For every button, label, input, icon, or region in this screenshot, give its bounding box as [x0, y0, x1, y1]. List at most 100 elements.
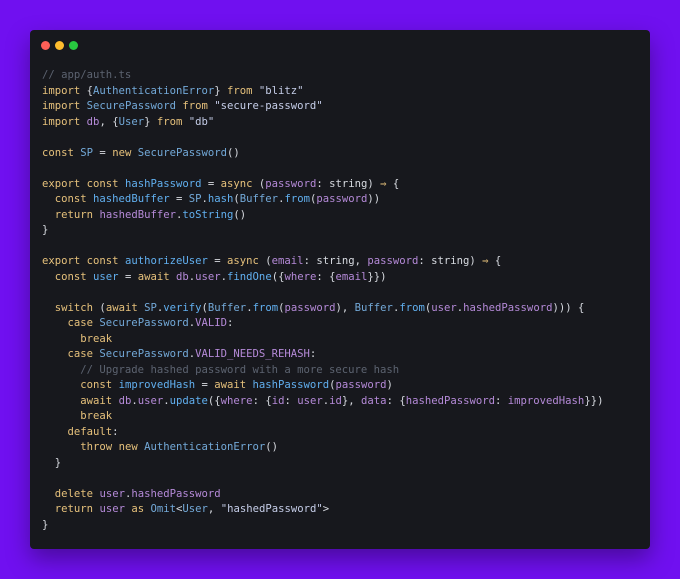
code-line: const user = await db.user.findOne({wher…: [42, 270, 603, 286]
minimize-dot-icon[interactable]: [55, 41, 64, 50]
code-token: hashedBuffer: [93, 193, 170, 205]
code-token: verify: [163, 301, 202, 314]
code-token: password: [367, 255, 419, 267]
code-token: (): [265, 441, 279, 453]
code-block: // app/auth.ts import { AuthenticationErro…: [42, 68, 603, 533]
code-token: : {: [316, 270, 336, 283]
code-token: (: [252, 177, 266, 190]
code-token: , {: [99, 115, 119, 128]
window-titlebar: [30, 30, 650, 60]
code-token: user: [137, 394, 164, 407]
code-token: const: [86, 177, 119, 190]
code-token: as: [131, 503, 145, 515]
code-token: await: [137, 270, 170, 283]
code-token: ))) {: [552, 301, 585, 314]
code-token: hashedBuffer: [99, 208, 176, 221]
code-token: hashedPassword: [405, 394, 495, 407]
code-window: // app/auth.ts import { AuthenticationErro…: [30, 30, 650, 549]
code-token: AuthenticationError: [93, 84, 215, 97]
code-token: :: [495, 394, 508, 407]
code-token: SP: [188, 193, 202, 205]
code-token: :: [112, 425, 119, 438]
code-token: Buffer: [354, 301, 393, 314]
code-line: export const hashPassword = async (passw…: [42, 177, 603, 193]
code-line: // app/auth.ts: [42, 68, 603, 84]
close-dot-icon[interactable]: [41, 41, 50, 50]
code-token: (: [93, 301, 106, 314]
code-token: authorizeUser: [124, 255, 208, 267]
code-token: db: [86, 115, 100, 128]
code-token: const: [42, 146, 74, 159]
code-token: break: [80, 332, 113, 345]
code-token: }}): [584, 394, 604, 407]
code-token: }: [214, 84, 227, 97]
code-token: const: [54, 270, 87, 283]
code-token: user: [99, 487, 125, 500]
code-token: import: [42, 100, 81, 112]
zoom-dot-icon[interactable]: [69, 41, 78, 50]
code-token: user: [93, 270, 119, 283]
code-line: import db, {User} from "db": [42, 115, 603, 131]
code-token: : string): [418, 255, 483, 267]
code-token: SecurePassword: [99, 317, 189, 329]
code-token: db: [175, 270, 189, 283]
code-line: const improvedHash = await hashPassword(…: [42, 378, 603, 394]
code-token: }: [144, 115, 157, 128]
code-token: case: [67, 317, 94, 329]
code-token: from: [182, 100, 208, 112]
code-token: from: [399, 301, 425, 314]
code-token: user: [99, 503, 125, 515]
code-token: )): [367, 193, 381, 205]
code-token: Buffer: [239, 193, 279, 205]
code-token: // Upgrade hashed password with a more s…: [80, 363, 400, 376]
code-token: async: [227, 255, 259, 267]
code-token: {: [386, 177, 400, 190]
code-token: User: [118, 115, 145, 128]
code-token: =: [207, 255, 228, 267]
code-token: from: [227, 84, 253, 97]
code-token: ): [386, 379, 393, 391]
code-token: findOne: [227, 270, 272, 283]
code-line: }: [42, 456, 603, 472]
code-token: default: [67, 425, 113, 438]
code-line: delete user.hashedPassword: [42, 487, 603, 503]
code-line: switch (await SP.verify(Buffer.from(pass…: [42, 301, 603, 317]
code-line: const SP = new SecurePassword(): [42, 146, 603, 162]
code-token: where: [220, 394, 253, 407]
code-token: const: [86, 255, 119, 267]
code-token: update: [169, 394, 208, 407]
code-token: from: [156, 115, 183, 128]
code-line: import SecurePassword from "secure-passw…: [42, 99, 603, 115]
code-token: hashedPassword: [463, 301, 553, 314]
code-line: break: [42, 409, 603, 425]
code-token: =: [93, 146, 113, 159]
code-line: export const authorizeUser = async (emai…: [42, 254, 603, 270]
code-token: {: [488, 255, 502, 267]
code-token: =: [195, 379, 215, 391]
code-token: password: [335, 379, 387, 391]
code-token: SecurePassword: [99, 348, 189, 360]
code-token: AuthenticationError: [144, 441, 266, 453]
code-token: : {: [386, 394, 406, 407]
code-token: password: [316, 193, 368, 205]
code-token: :: [284, 394, 298, 407]
code-token: =: [118, 270, 138, 283]
code-token: data: [361, 394, 387, 407]
code-token: user: [431, 301, 457, 314]
code-token: SecurePassword: [86, 100, 176, 112]
code-token: (): [233, 208, 247, 221]
code-token: email: [271, 255, 304, 267]
code-token: "db": [188, 115, 215, 128]
code-line: }: [42, 518, 603, 534]
code-token: user: [297, 394, 323, 407]
